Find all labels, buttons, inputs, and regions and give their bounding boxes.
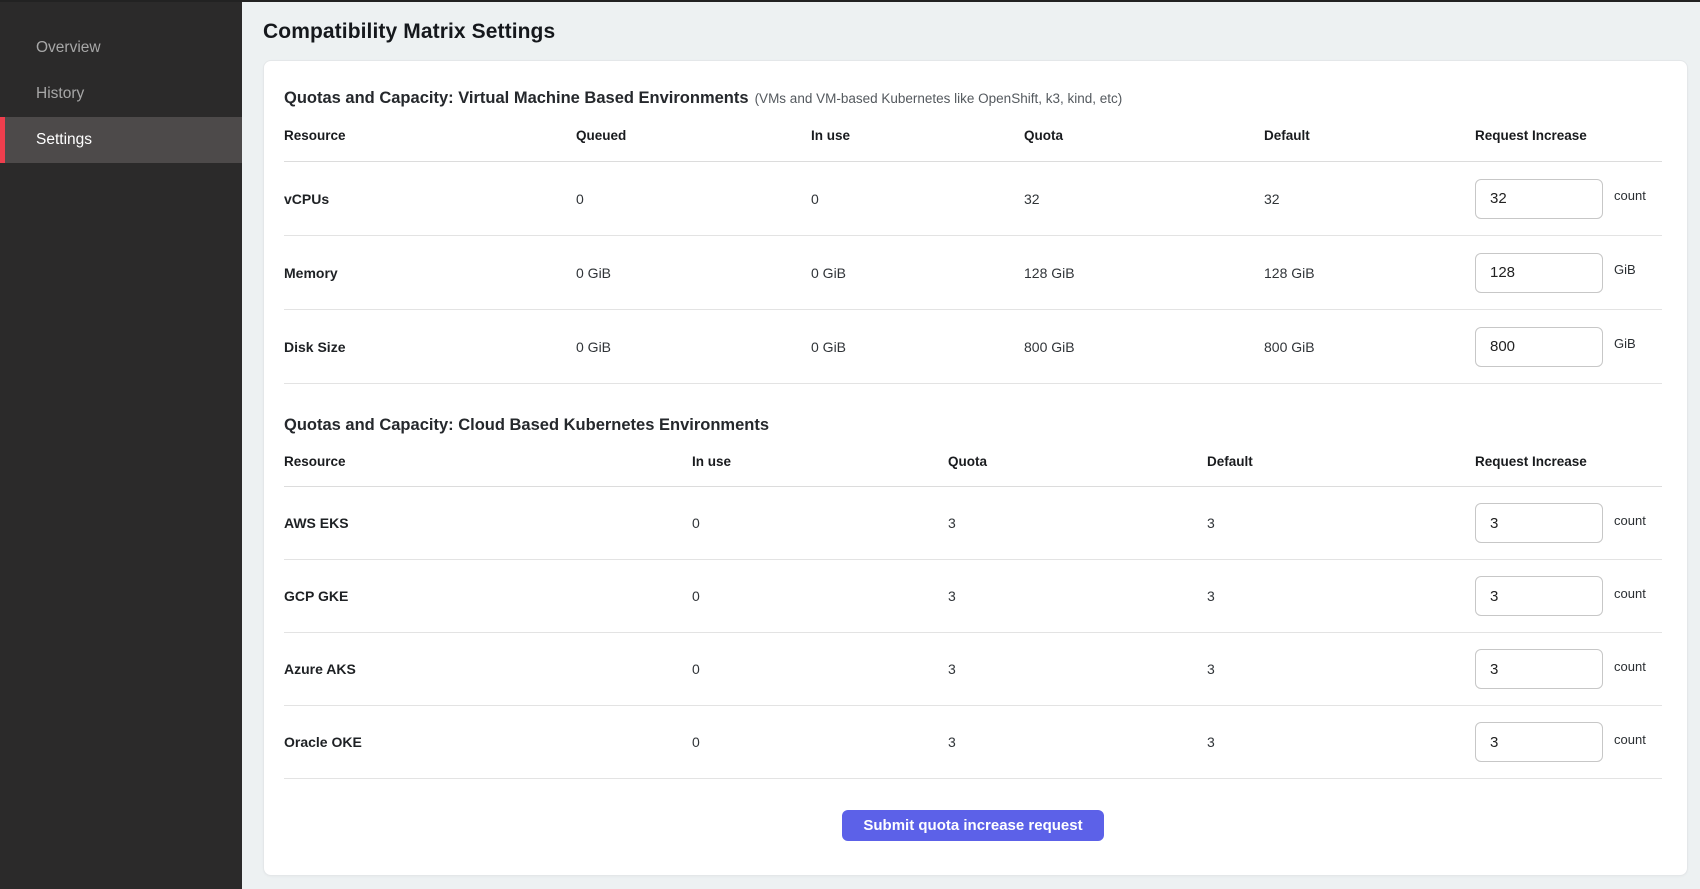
in-use-value: 0 xyxy=(692,661,948,677)
column-header-queued: Queued xyxy=(576,128,811,143)
request-increase-input[interactable] xyxy=(1475,503,1603,543)
request-increase-input[interactable] xyxy=(1475,722,1603,762)
request-increase-input[interactable] xyxy=(1475,179,1603,219)
column-header-default: Default xyxy=(1207,454,1475,469)
sidebar-item-history[interactable]: History xyxy=(0,71,242,117)
in-use-value: 0 xyxy=(692,515,948,531)
default-value: 3 xyxy=(1207,661,1475,677)
resource-label: vCPUs xyxy=(284,191,576,207)
unit-label: GiB xyxy=(1614,336,1636,351)
vm-table-header: Resource Queued In use Quota Default Req… xyxy=(284,110,1662,162)
request-increase-input[interactable] xyxy=(1475,576,1603,616)
request-increase-input[interactable] xyxy=(1475,253,1603,293)
in-use-value: 0 xyxy=(692,588,948,604)
column-header-resource: Resource xyxy=(284,454,692,469)
sidebar-item-overview[interactable]: Overview xyxy=(0,25,242,71)
table-row-disk-size: Disk Size 0 GiB 0 GiB 800 GiB 800 GiB Gi… xyxy=(284,310,1662,384)
resource-label: AWS EKS xyxy=(284,515,692,531)
default-value: 3 xyxy=(1207,734,1475,750)
default-value: 800 GiB xyxy=(1264,339,1475,355)
request-increase-input[interactable] xyxy=(1475,327,1603,367)
in-use-value: 0 xyxy=(811,191,1024,207)
column-header-request-increase: Request Increase xyxy=(1475,454,1662,469)
default-value: 3 xyxy=(1207,515,1475,531)
sidebar: Overview History Settings xyxy=(0,2,242,889)
quota-value: 3 xyxy=(948,661,1207,677)
sidebar-item-settings[interactable]: Settings xyxy=(0,117,242,163)
table-row-azure-aks: Azure AKS 0 3 3 count xyxy=(284,633,1662,706)
quota-value: 128 GiB xyxy=(1024,265,1264,281)
request-increase-cell: count xyxy=(1475,722,1662,762)
queued-value: 0 xyxy=(576,191,811,207)
column-header-request-increase: Request Increase xyxy=(1475,128,1662,143)
request-increase-cell: count xyxy=(1475,576,1662,616)
unit-label: count xyxy=(1614,586,1646,601)
unit-label: count xyxy=(1614,732,1646,747)
table-row-aws-eks: AWS EKS 0 3 3 count xyxy=(284,487,1662,560)
quota-value: 3 xyxy=(948,734,1207,750)
default-value: 128 GiB xyxy=(1264,265,1475,281)
vm-section-title: Quotas and Capacity: Virtual Machine Bas… xyxy=(284,87,1662,110)
unit-label: count xyxy=(1614,513,1646,528)
request-increase-cell: GiB xyxy=(1475,327,1662,367)
request-increase-input[interactable] xyxy=(1475,649,1603,689)
in-use-value: 0 GiB xyxy=(811,339,1024,355)
resource-label: Disk Size xyxy=(284,339,576,355)
quota-value: 32 xyxy=(1024,191,1264,207)
quota-value: 3 xyxy=(948,588,1207,604)
table-row-oracle-oke: Oracle OKE 0 3 3 count xyxy=(284,706,1662,779)
column-header-default: Default xyxy=(1264,128,1475,143)
request-increase-cell: count xyxy=(1475,503,1662,543)
queued-value: 0 GiB xyxy=(576,339,811,355)
vm-section-title-text: Quotas and Capacity: Virtual Machine Bas… xyxy=(284,89,749,107)
column-header-resource: Resource xyxy=(284,128,576,143)
main-content: Compatibility Matrix Settings Quotas and… xyxy=(242,2,1700,889)
column-header-quota: Quota xyxy=(1024,128,1264,143)
column-header-quota: Quota xyxy=(948,454,1207,469)
request-increase-cell: count xyxy=(1475,179,1662,219)
column-header-in-use: In use xyxy=(692,454,948,469)
app-window: Overview History Settings Compatibility … xyxy=(0,0,1700,889)
table-row-memory: Memory 0 GiB 0 GiB 128 GiB 128 GiB GiB xyxy=(284,236,1662,310)
table-row-gcp-gke: GCP GKE 0 3 3 count xyxy=(284,560,1662,633)
resource-label: Azure AKS xyxy=(284,661,692,677)
queued-value: 0 GiB xyxy=(576,265,811,281)
resource-label: GCP GKE xyxy=(284,588,692,604)
vm-section-subtitle: (VMs and VM-based Kubernetes like OpenSh… xyxy=(755,91,1123,106)
table-row-vcpus: vCPUs 0 0 32 32 count xyxy=(284,162,1662,236)
in-use-value: 0 GiB xyxy=(811,265,1024,281)
resource-label: Oracle OKE xyxy=(284,734,692,750)
default-value: 3 xyxy=(1207,588,1475,604)
unit-label: count xyxy=(1614,188,1646,203)
submit-quota-increase-button[interactable]: Submit quota increase request xyxy=(842,810,1103,841)
request-increase-cell: count xyxy=(1475,649,1662,689)
in-use-value: 0 xyxy=(692,734,948,750)
page-title: Compatibility Matrix Settings xyxy=(263,20,1688,44)
submit-button-container: Submit quota increase request xyxy=(284,810,1662,841)
cloud-section-title: Quotas and Capacity: Cloud Based Kuberne… xyxy=(284,414,1662,436)
resource-label: Memory xyxy=(284,265,576,281)
cloud-table-header: Resource In use Quota Default Request In… xyxy=(284,436,1662,487)
quota-value: 800 GiB xyxy=(1024,339,1264,355)
request-increase-cell: GiB xyxy=(1475,253,1662,293)
unit-label: count xyxy=(1614,659,1646,674)
unit-label: GiB xyxy=(1614,262,1636,277)
quota-value: 3 xyxy=(948,515,1207,531)
default-value: 32 xyxy=(1264,191,1475,207)
settings-card: Quotas and Capacity: Virtual Machine Bas… xyxy=(263,60,1688,876)
column-header-in-use: In use xyxy=(811,128,1024,143)
cloud-section-title-text: Quotas and Capacity: Cloud Based Kuberne… xyxy=(284,416,769,434)
